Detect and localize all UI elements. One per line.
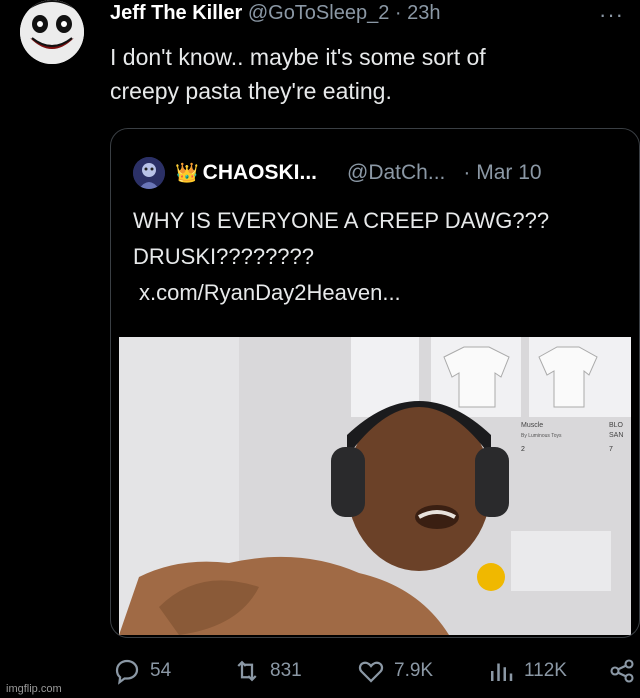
like-count: 7.9K — [394, 660, 434, 681]
imgflip-watermark: imgflip.com — [6, 683, 62, 695]
tweet-text-line: creepy pasta they're eating. — [110, 78, 392, 104]
crown-emoji: 👑 — [175, 163, 199, 184]
tweet-action-bar: 54 831 7.9K 112K — [0, 656, 640, 696]
time-separator: · — [394, 2, 402, 24]
media-item-price: 2 — [521, 446, 525, 453]
quoted-author-avatar[interactable] — [133, 157, 165, 189]
media-item-name: BLO — [609, 422, 624, 429]
media-item-price: 7 — [609, 446, 613, 453]
quoted-tweet-date[interactable]: · Mar 10 — [463, 161, 541, 185]
tweet-header: Jeff The Killer @GoToSleep_2 · 23h — [110, 2, 441, 25]
tweet-text-line: I don't know.. maybe it's some sort of — [110, 44, 486, 70]
quoted-tweet[interactable]: 👑 CHAOSKI... @DatCh... · Mar 10 WHY IS E… — [110, 128, 640, 638]
reply-icon — [115, 659, 139, 685]
quoted-link[interactable]: x.com/RyanDay2Heaven... — [133, 275, 549, 311]
heart-icon — [358, 661, 384, 683]
quoted-media-image[interactable]: Muscle By Luminous Toys 2 BLO SAN 7 — [119, 337, 631, 635]
tweet-text: I don't know.. maybe it's some sort of c… — [110, 40, 610, 108]
reply-button[interactable]: 54 — [112, 656, 171, 686]
quoted-tweet-header: 👑 CHAOSKI... @DatCh... · Mar 10 — [133, 157, 542, 189]
author-handle[interactable]: @GoToSleep_2 — [248, 2, 390, 24]
reply-count: 54 — [150, 660, 172, 681]
like-button[interactable]: 7.9K — [356, 656, 433, 686]
share-button[interactable] — [608, 656, 640, 686]
author-avatar[interactable] — [20, 0, 84, 64]
quoted-author-name[interactable]: CHAOSKI... — [203, 161, 317, 185]
video-still-image: Muscle By Luminous Toys 2 BLO SAN 7 — [119, 337, 631, 635]
quoted-text-line: DRUSKI???????? — [133, 244, 315, 269]
analytics-icon — [491, 663, 513, 681]
media-item-sub: By Luminous Toys — [521, 433, 562, 439]
share-icon — [610, 659, 634, 683]
quoted-author-handle[interactable]: @DatCh... — [347, 161, 445, 185]
author-name[interactable]: Jeff The Killer — [110, 2, 242, 24]
repost-button[interactable]: 831 — [232, 656, 302, 686]
views-button[interactable]: 112K — [486, 656, 567, 686]
more-options-icon[interactable]: ··· — [599, 2, 624, 28]
quoted-tweet-text: WHY IS EVERYONE A CREEP DAWG??? DRUSKI??… — [133, 203, 549, 311]
tweet-time[interactable]: 23h — [407, 2, 440, 24]
repost-count: 831 — [270, 660, 302, 681]
quoted-text-line: WHY IS EVERYONE A CREEP DAWG??? — [133, 208, 550, 233]
media-item-sub: SAN — [609, 432, 623, 439]
jeff-face-icon — [20, 0, 84, 64]
media-item-name: Muscle — [521, 422, 543, 429]
view-count: 112K — [524, 660, 567, 681]
repost-icon — [237, 660, 257, 682]
character-avatar-icon — [133, 157, 165, 189]
